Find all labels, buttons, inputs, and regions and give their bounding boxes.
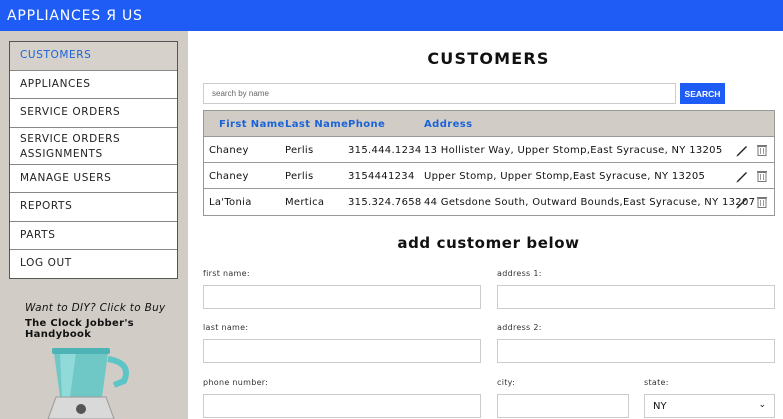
main-content: CUSTOMERS SEARCH First Name Last Name Ph… — [188, 31, 783, 419]
sidebar-nav: CUSTOMERS APPLIANCES SERVICE ORDERS SERV… — [9, 41, 178, 279]
trash-icon[interactable] — [755, 169, 769, 183]
state-label: state: — [644, 378, 669, 387]
cell-first-name: Chaney — [209, 145, 249, 156]
first-name-field[interactable] — [203, 285, 481, 309]
cell-phone: 3154441234 — [348, 171, 415, 182]
cell-last-name: Mertica — [285, 197, 325, 208]
pencil-icon[interactable] — [735, 169, 749, 183]
customers-table: First Name Last Name Phone Address Chane… — [203, 110, 775, 216]
state-select-value: NY — [653, 401, 667, 412]
sidebar-item-parts[interactable]: PARTS — [10, 222, 177, 250]
cell-phone: 315.324.7658 — [348, 197, 422, 208]
first-name-label: first name: — [203, 269, 250, 278]
address1-label: address 1: — [497, 269, 542, 278]
last-name-label: last name: — [203, 323, 249, 332]
sidebar-item-service-orders[interactable]: SERVICE ORDERS — [10, 99, 177, 128]
table-row: Chaney Perlis 315.444.1234 13 Hollister … — [204, 137, 774, 163]
app-brand[interactable]: APPLIANCES Я US — [7, 8, 143, 24]
sidebar-item-reports[interactable]: REPORTS — [10, 193, 177, 222]
sidebar-item-appliances[interactable]: APPLIANCES — [10, 71, 177, 99]
sidebar: CUSTOMERS APPLIANCES SERVICE ORDERS SERV… — [0, 31, 188, 419]
top-bar: APPLIANCES Я US — [0, 0, 783, 31]
address1-field[interactable] — [497, 285, 775, 309]
search-input[interactable] — [203, 83, 676, 104]
cell-last-name: Perlis — [285, 171, 314, 182]
promo-text[interactable]: Want to DIY? Click to Buy — [25, 302, 166, 314]
promo-book-title[interactable]: The Clock Jobber's Handybook — [25, 318, 188, 340]
sidebar-item-customers[interactable]: CUSTOMERS — [10, 42, 177, 71]
city-label: city: — [497, 378, 516, 387]
page-title: CUSTOMERS — [427, 49, 550, 68]
cell-last-name: Perlis — [285, 145, 314, 156]
table-header: First Name Last Name Phone Address — [204, 111, 774, 137]
cell-phone: 315.444.1234 — [348, 145, 422, 156]
sidebar-item-manage-users[interactable]: MANAGE USERS — [10, 165, 177, 193]
address2-field[interactable] — [497, 339, 775, 363]
sidebar-item-service-orders-assignments[interactable]: SERVICE ORDERS ASSIGNMENTS — [10, 128, 177, 165]
cell-address: 44 Getsdone South, Outward Bounds,East S… — [424, 197, 756, 208]
table-row: La'Tonia Mertica 315.324.7658 44 Getsdon… — [204, 189, 774, 215]
cell-address: 13 Hollister Way, Upper Stomp,East Syrac… — [424, 145, 723, 156]
cell-first-name: Chaney — [209, 171, 249, 182]
chevron-down-icon: ⌄ — [758, 400, 766, 410]
pencil-icon[interactable] — [735, 143, 749, 157]
column-header-last-name[interactable]: Last Name — [285, 119, 348, 130]
trash-icon[interactable] — [755, 195, 769, 209]
pencil-icon[interactable] — [735, 195, 749, 209]
table-row: Chaney Perlis 3154441234 Upper Stomp, Up… — [204, 163, 774, 189]
last-name-field[interactable] — [203, 339, 481, 363]
state-select[interactable]: NY ⌄ — [644, 394, 775, 418]
phone-field[interactable] — [203, 394, 481, 418]
trash-icon[interactable] — [755, 143, 769, 157]
column-header-address[interactable]: Address — [424, 119, 472, 130]
form-title: add customer below — [397, 234, 580, 252]
cell-address: Upper Stomp, Upper Stomp,East Syracuse, … — [424, 171, 706, 182]
address2-label: address 2: — [497, 323, 542, 332]
sidebar-item-log-out[interactable]: LOG OUT — [10, 250, 177, 278]
column-header-phone[interactable]: Phone — [348, 119, 385, 130]
search-button[interactable]: SEARCH — [680, 83, 725, 104]
column-header-first-name[interactable]: First Name — [219, 119, 285, 130]
city-field[interactable] — [497, 394, 629, 418]
cell-first-name: La'Tonia — [209, 197, 252, 208]
blender-image[interactable] — [36, 339, 136, 419]
phone-label: phone number: — [203, 378, 269, 387]
